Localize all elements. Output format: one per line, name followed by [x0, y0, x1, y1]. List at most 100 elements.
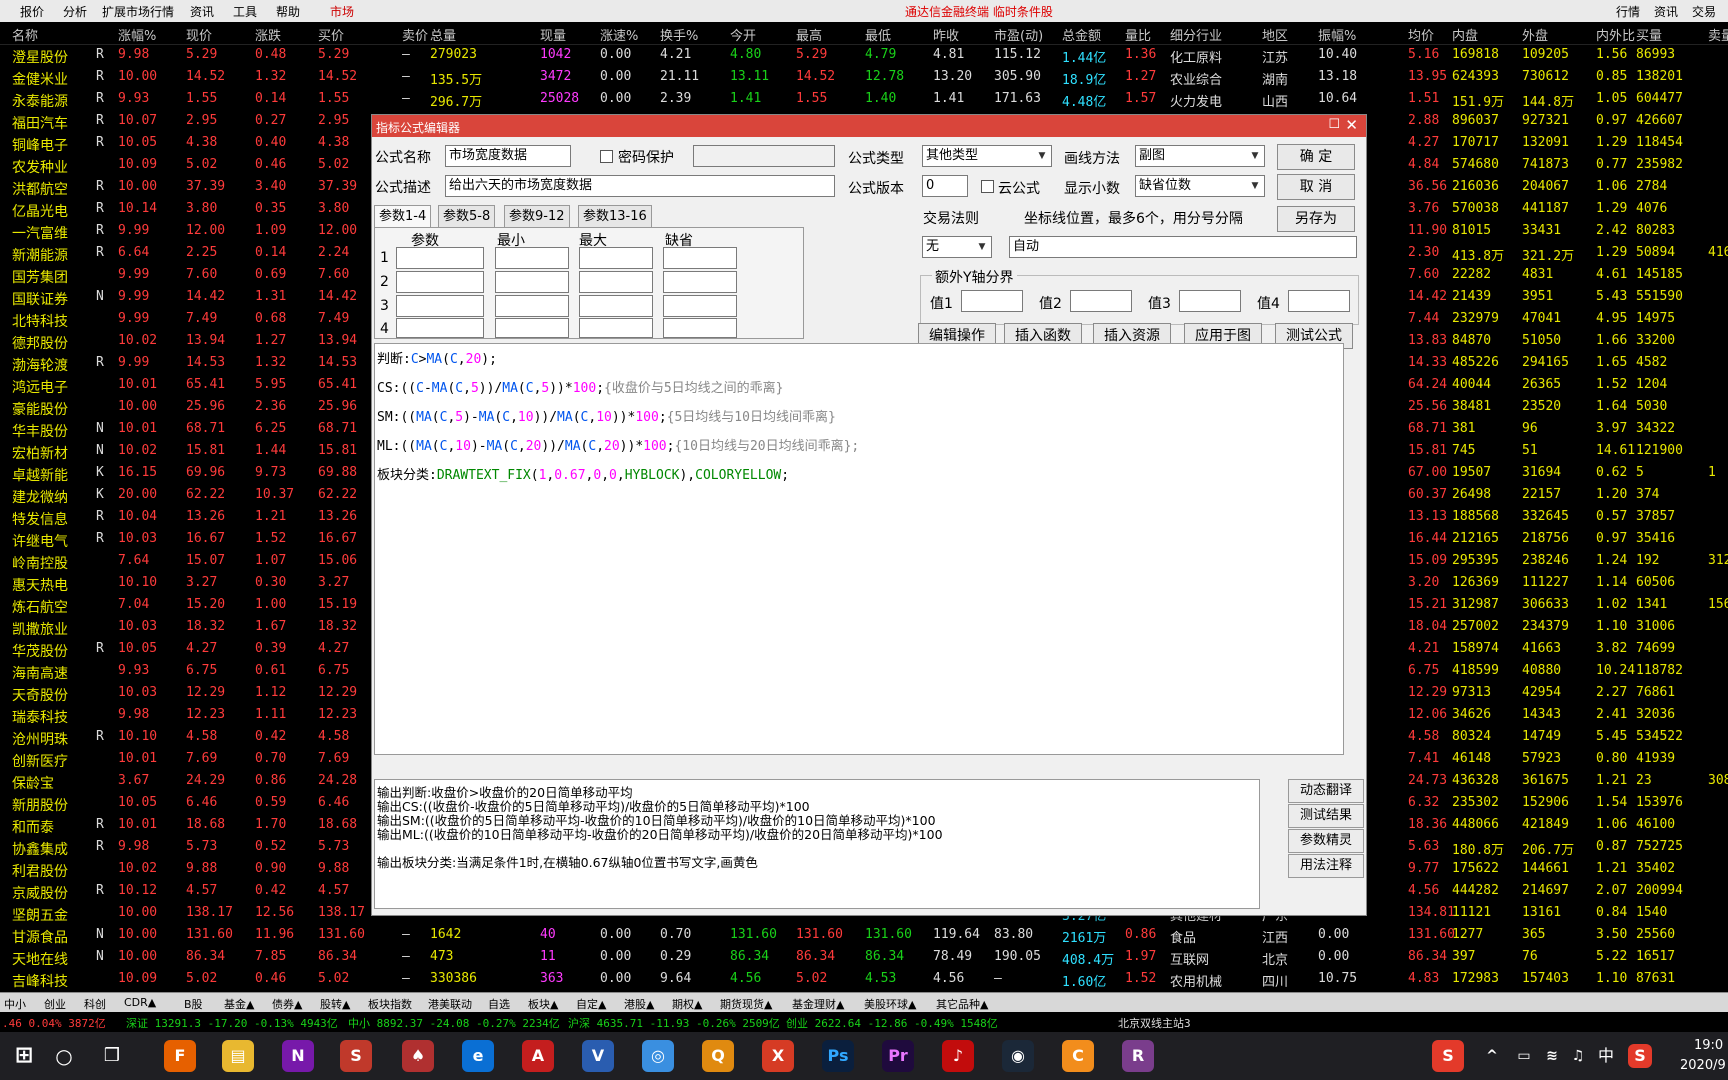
table-row[interactable]: 澄星股份 R 9.98 5.29 0.48 5.29 – 279023 1042 0.00 4.21…: [0, 44, 1728, 66]
acrobat-icon[interactable]: A: [522, 1040, 554, 1072]
cancel-button[interactable]: 取 消: [1277, 174, 1355, 200]
sheet-tab[interactable]: 债券▲: [272, 996, 302, 1012]
sogou-tray-icon[interactable]: S: [1628, 1044, 1652, 1068]
file-explorer-icon[interactable]: ▤: [222, 1040, 254, 1072]
column-header-avg[interactable]: 均价: [1408, 25, 1434, 44]
column-header-diff[interactable]: 涨跌: [255, 25, 281, 44]
param2-name[interactable]: [396, 271, 484, 293]
sogou-icon[interactable]: S: [1432, 1040, 1464, 1072]
windows-start-icon[interactable]: ⊞: [8, 1040, 40, 1072]
magnifier-icon[interactable]: Q: [702, 1040, 734, 1072]
winrar-icon[interactable]: R: [1122, 1040, 1154, 1072]
param2-min[interactable]: [495, 271, 569, 293]
sheet-tab[interactable]: 创业: [44, 996, 66, 1012]
right-menu-news[interactable]: 资讯: [1654, 3, 1678, 20]
sheet-tab[interactable]: 自定▲: [576, 996, 606, 1012]
market-label[interactable]: 市场: [330, 3, 354, 20]
right-menu-trade[interactable]: 交易: [1692, 3, 1716, 20]
clock-time[interactable]: 19:0: [1694, 1038, 1723, 1053]
sheet-tab[interactable]: 其它品种▲: [936, 996, 988, 1012]
sheet-tab[interactable]: 板块▲: [528, 996, 558, 1012]
formula-desc-input[interactable]: 给出六天的市场宽度数据: [445, 175, 835, 197]
firefox-icon[interactable]: F: [164, 1040, 196, 1072]
column-header-price[interactable]: 现价: [186, 25, 212, 44]
menu-help[interactable]: 帮助: [276, 3, 300, 20]
column-header-pe[interactable]: 市盈(动): [994, 25, 1043, 44]
status-server[interactable]: 北京双线主站3: [1118, 1015, 1191, 1031]
translation-output[interactable]: 输出判断:收盘价>收盘价的20日简单移动平均 输出CS:((收盘价-收盘价的5日简…: [374, 779, 1260, 909]
onenote-icon[interactable]: N: [282, 1040, 314, 1072]
param2-default[interactable]: [663, 271, 737, 293]
password-input[interactable]: [693, 145, 835, 167]
promo-text[interactable]: 通达信金融终端 临时条件股: [905, 3, 1053, 20]
menu-news[interactable]: 资讯: [190, 3, 214, 20]
tab-params-1-4[interactable]: 参数1-4: [374, 205, 432, 228]
param3-default[interactable]: [663, 295, 737, 317]
sheet-tab[interactable]: 期货现货▲: [720, 996, 772, 1012]
column-header-low[interactable]: 最低: [865, 25, 891, 44]
sheet-tab[interactable]: 港美联动: [428, 996, 472, 1012]
column-header-high[interactable]: 最高: [796, 25, 822, 44]
dialog-title-bar[interactable]: 指标公式编辑器 ☐ ✕: [372, 115, 1366, 137]
cloud-formula-checkbox[interactable]: [981, 180, 994, 193]
sheet-tab[interactable]: 自选: [488, 996, 510, 1012]
formula-type-select[interactable]: 其他类型 ▼: [922, 145, 1052, 167]
sheet-tab[interactable]: 股转▲: [320, 996, 350, 1012]
column-header-turn[interactable]: 换手%: [660, 25, 698, 44]
column-header-chg[interactable]: 涨幅%: [118, 25, 156, 44]
test-result-button[interactable]: 测试结果: [1288, 804, 1364, 828]
tab-params-9-12[interactable]: 参数9-12: [504, 205, 570, 228]
password-checkbox[interactable]: [600, 150, 613, 163]
formula-code-editor[interactable]: 判断:C>MA(C,20); CS:((C-MA(C,5))/MA(C,5))*1…: [374, 343, 1344, 755]
param2-max[interactable]: [579, 271, 653, 293]
param4-name[interactable]: [396, 318, 484, 338]
app-icon[interactable]: ◎: [642, 1040, 674, 1072]
table-row[interactable]: 金健米业 R 10.00 14.52 1.32 14.52 – 135.5万 3472 0.00 2…: [0, 66, 1728, 88]
sheet-tab[interactable]: CDR▲: [124, 996, 156, 1009]
column-header-spd[interactable]: 涨速%: [600, 25, 638, 44]
column-header-bvol[interactable]: 买量: [1636, 25, 1662, 44]
sheet-tab[interactable]: 基金▲: [224, 996, 254, 1012]
photoshop-icon[interactable]: Ps: [822, 1040, 854, 1072]
column-header-inner[interactable]: 内盘: [1452, 25, 1478, 44]
ok-button[interactable]: 确 定: [1277, 144, 1355, 170]
y-value3-input[interactable]: [1179, 290, 1241, 312]
column-header-svol[interactable]: 卖量: [1708, 25, 1728, 44]
visual-studio-icon[interactable]: V: [582, 1040, 614, 1072]
table-row[interactable]: 甘源食品 N 10.00 131.60 11.96 131.60 – 1642 40 0.00 0.…: [0, 924, 1728, 946]
sheet-tab[interactable]: 美股环球▲: [864, 996, 916, 1012]
sheet-tab[interactable]: B股: [184, 996, 203, 1012]
param1-default[interactable]: [663, 247, 737, 269]
y-value2-input[interactable]: [1070, 290, 1132, 312]
dynamic-translate-button[interactable]: 动态翻译: [1288, 779, 1364, 803]
table-row[interactable]: 吉峰科技 10.09 5.02 0.46 5.02 – 330386 363 0.00 9.64 4…: [0, 968, 1728, 990]
trade-rule-select[interactable]: 无 ▼: [922, 236, 992, 258]
table-row[interactable]: 天地在线 N 10.00 86.34 7.85 86.34 – 473 11 0.00 0.29 86…: [0, 946, 1728, 968]
netease-music-icon[interactable]: ♪: [942, 1040, 974, 1072]
param1-name[interactable]: [396, 247, 484, 269]
sheet-tab[interactable]: 期权▲: [672, 996, 702, 1012]
column-header-io[interactable]: 内外比: [1596, 25, 1635, 44]
edge-icon[interactable]: e: [462, 1040, 494, 1072]
column-header-ratio[interactable]: 量比: [1125, 25, 1151, 44]
premiere-icon[interactable]: Pr: [882, 1040, 914, 1072]
tdx-app-icon[interactable]: S: [340, 1040, 372, 1072]
column-header-ask[interactable]: 卖价: [402, 25, 428, 44]
sheet-tab[interactable]: 基金理财▲: [792, 996, 844, 1012]
column-header-vol[interactable]: 总量: [430, 25, 456, 44]
column-header-ind[interactable]: 细分行业: [1170, 25, 1222, 44]
param-wizard-button[interactable]: 参数精灵: [1288, 829, 1364, 853]
right-menu-quote[interactable]: 行情: [1616, 3, 1640, 20]
sheet-tab[interactable]: 科创: [84, 996, 106, 1012]
save-as-button[interactable]: 另存为: [1277, 206, 1355, 232]
column-header-outer[interactable]: 外盘: [1522, 25, 1548, 44]
chevron-up-icon[interactable]: ^: [1476, 1040, 1508, 1072]
column-header-bid[interactable]: 买价: [318, 25, 344, 44]
formula-version-input[interactable]: 0: [922, 175, 968, 197]
param3-name[interactable]: [396, 295, 484, 317]
param1-max[interactable]: [579, 247, 653, 269]
coord-lines-input[interactable]: 自动: [1009, 236, 1357, 258]
sheet-tab[interactable]: 港股▲: [624, 996, 654, 1012]
column-header-name[interactable]: 名称: [12, 25, 38, 44]
y-value4-input[interactable]: [1288, 290, 1350, 312]
